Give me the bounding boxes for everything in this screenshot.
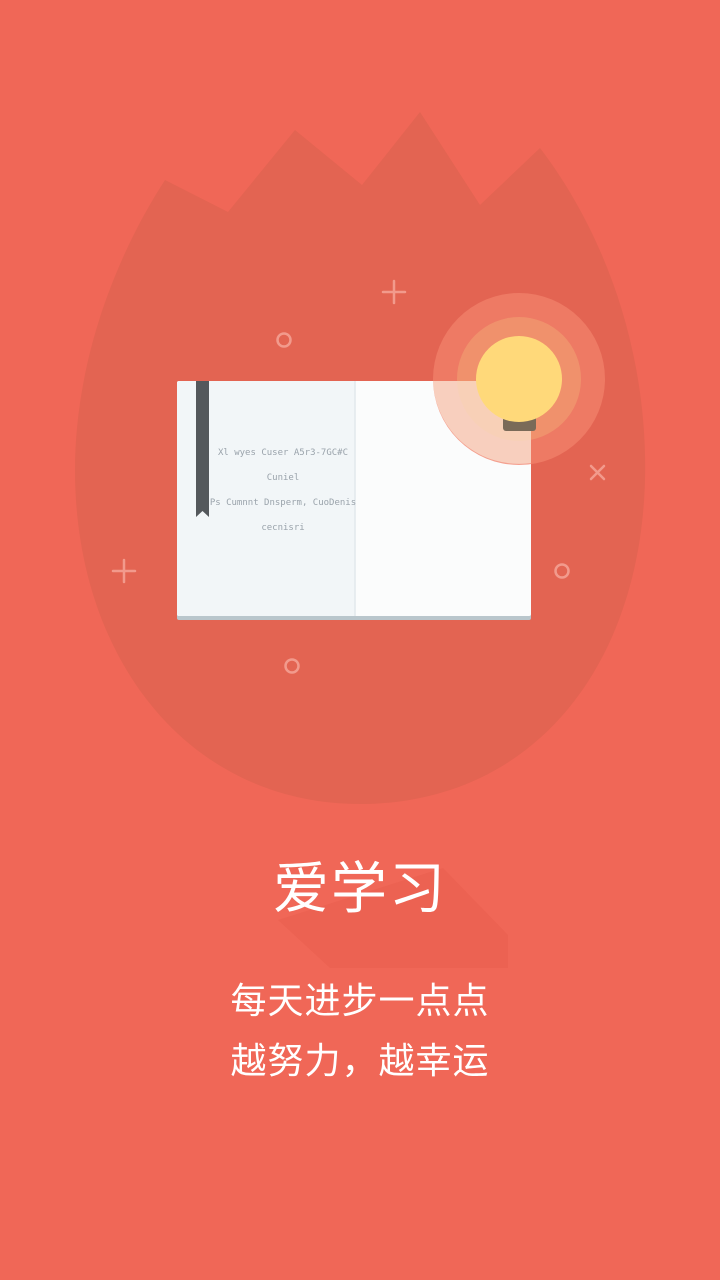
slogan-line-1: 每天进步一点点 — [230, 981, 490, 1022]
book-text-line: Cuniel — [267, 473, 300, 483]
book-text-line: Xl wyes Cuser A5r3-7GC#C — [218, 448, 348, 458]
book-text-line: cecnisri — [261, 523, 304, 533]
bookmark-icon — [196, 381, 209, 517]
learning-illustration: Xl wyes Cuser A5r3-7GC#C Cuniel Ps Cumnn… — [75, 112, 646, 804]
slogan-line-2: 越努力，越幸运 — [230, 1041, 490, 1082]
lightbulb-icon — [433, 293, 605, 465]
slogan: 每天进步一点点 越努力，越幸运 — [0, 972, 720, 1092]
page-title: 爱学习 — [273, 857, 447, 922]
splash-screen: Xl wyes Cuser A5r3-7GC#C Cuniel Ps Cumnn… — [0, 0, 720, 1280]
book-text-line: Ps Cumnnt Dnsperm, CuoDenis — [210, 498, 356, 508]
